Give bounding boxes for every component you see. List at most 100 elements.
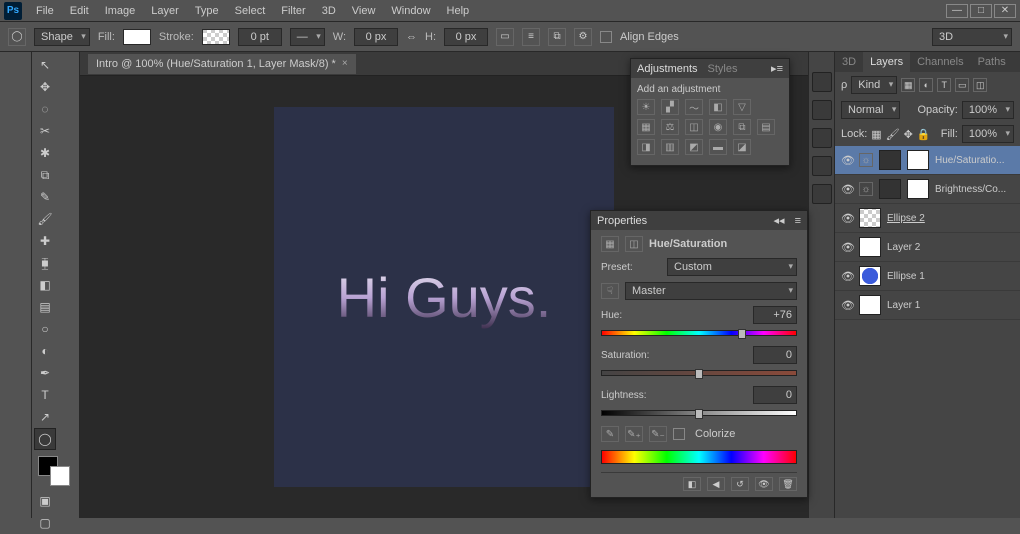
layer-row[interactable]: 👁☼Brightness/Co...: [835, 175, 1020, 204]
menu-type[interactable]: Type: [187, 2, 227, 20]
pen-tool[interactable]: ✒: [34, 362, 56, 384]
layer-row[interactable]: 👁Ellipse 2: [835, 204, 1020, 233]
filter-smart-icon[interactable]: ◫: [973, 78, 987, 92]
adj-curves-icon[interactable]: ～: [685, 99, 703, 115]
dock-icon-5[interactable]: [812, 184, 832, 204]
properties-tab[interactable]: Properties: [597, 215, 647, 227]
adj-hue-icon[interactable]: ▦: [637, 119, 655, 135]
hue-value[interactable]: +76: [753, 306, 797, 324]
tab-channels[interactable]: Channels: [910, 52, 970, 72]
prev-state-icon[interactable]: ◀: [707, 477, 725, 491]
adj-balance-icon[interactable]: ⚖: [661, 119, 679, 135]
menu-window[interactable]: Window: [383, 2, 438, 20]
layer-row[interactable]: 👁☼Hue/Saturatio...: [835, 146, 1020, 175]
document-tab[interactable]: Intro @ 100% (Hue/Saturation 1, Layer Ma…: [88, 54, 356, 74]
adj-brightness-icon[interactable]: ☀: [637, 99, 655, 115]
blend-mode-dropdown[interactable]: Normal: [841, 101, 900, 119]
filter-shape-icon[interactable]: ▭: [955, 78, 969, 92]
arrange-icon[interactable]: ⧉: [548, 28, 566, 46]
filter-kind-icon[interactable]: ρ: [841, 79, 847, 91]
dodge-tool[interactable]: ◐: [34, 340, 56, 362]
filter-kind-dropdown[interactable]: Kind: [851, 76, 897, 94]
tab-paths[interactable]: Paths: [971, 52, 1013, 72]
trash-icon[interactable]: 🗑: [779, 477, 797, 491]
lightness-slider[interactable]: [601, 410, 797, 418]
lightness-value[interactable]: 0: [753, 386, 797, 404]
artboard-tool[interactable]: ✥: [34, 76, 56, 98]
eyedropper-icon[interactable]: ✎: [601, 426, 619, 442]
panel-menu-icon[interactable]: ▸≡: [771, 62, 783, 75]
filter-pixel-icon[interactable]: ▦: [901, 78, 915, 92]
adj-photo-icon[interactable]: ◉: [709, 119, 727, 135]
quickmask-tool[interactable]: ▣: [34, 490, 56, 512]
menu-layer[interactable]: Layer: [143, 2, 187, 20]
channel-dropdown[interactable]: Master: [625, 282, 797, 300]
path-ops-icon[interactable]: ▭: [496, 28, 514, 46]
eye-icon[interactable]: 👁: [841, 299, 853, 312]
eraser-tool[interactable]: ◧: [34, 274, 56, 296]
lock-trans-icon[interactable]: ▦: [871, 128, 881, 141]
path-tool[interactable]: ↗: [34, 406, 56, 428]
menu-3d[interactable]: 3D: [314, 2, 344, 20]
eye-icon[interactable]: 👁: [841, 241, 853, 254]
colorize-checkbox[interactable]: [673, 428, 685, 440]
panel-menu-icon[interactable]: ≡: [795, 215, 801, 227]
color-swatches[interactable]: [34, 454, 77, 490]
adj-selective-icon[interactable]: ◪: [733, 139, 751, 155]
tab-3d[interactable]: 3D: [835, 52, 863, 72]
minimize-button[interactable]: —: [946, 4, 968, 18]
styles-tab[interactable]: Styles: [708, 63, 738, 75]
tool-preset-icon[interactable]: ◯: [8, 28, 26, 46]
dock-icon-2[interactable]: [812, 100, 832, 120]
eye-icon[interactable]: 👁: [841, 270, 853, 283]
tab-layers[interactable]: Layers: [863, 52, 910, 72]
eye-icon[interactable]: 👁: [841, 183, 853, 196]
type-tool[interactable]: T: [34, 384, 56, 406]
layer-row[interactable]: 👁Ellipse 1: [835, 262, 1020, 291]
fill-swatch[interactable]: [123, 29, 151, 45]
brush-tool[interactable]: 🖌: [34, 208, 56, 230]
adj-threshold-icon[interactable]: ◩: [685, 139, 703, 155]
stroke-width-input[interactable]: 0 pt: [238, 28, 282, 46]
maximize-button[interactable]: □: [970, 4, 992, 18]
panel-collapse-icon[interactable]: ◂◂: [774, 214, 785, 227]
stamp-tool[interactable]: ⧯: [34, 252, 56, 274]
gradient-tool[interactable]: ▤: [34, 296, 56, 318]
hue-slider[interactable]: [601, 330, 797, 338]
ellipse-tool[interactable]: ◯: [34, 428, 56, 450]
finger-icon[interactable]: ☟: [601, 283, 619, 299]
dock-icon-1[interactable]: [812, 72, 832, 92]
eye-icon[interactable]: 👁: [841, 154, 853, 167]
menu-view[interactable]: View: [344, 2, 384, 20]
stroke-swatch[interactable]: [202, 29, 230, 45]
saturation-value[interactable]: 0: [753, 346, 797, 364]
adj-mixer-icon[interactable]: ⧉: [733, 119, 751, 135]
saturation-slider[interactable]: [601, 370, 797, 378]
lock-pixel-icon[interactable]: 🖌: [886, 128, 900, 141]
eyedropper-plus-icon[interactable]: ✎₊: [625, 426, 643, 442]
adj-gradmap-icon[interactable]: ▬: [709, 139, 727, 155]
adj-poster-icon[interactable]: ▥: [661, 139, 679, 155]
menu-edit[interactable]: Edit: [62, 2, 97, 20]
preset-dropdown[interactable]: Custom: [667, 258, 797, 276]
screenmode-tool[interactable]: ▢: [34, 512, 56, 534]
menu-help[interactable]: Help: [439, 2, 478, 20]
dock-icon-3[interactable]: [812, 128, 832, 148]
stroke-style-dropdown[interactable]: —: [290, 28, 325, 46]
eyedropper-minus-icon[interactable]: ✎₋: [649, 426, 667, 442]
opacity-input[interactable]: 100%: [962, 101, 1014, 119]
eye-icon[interactable]: 👁: [841, 212, 853, 225]
align-icon[interactable]: ≡: [522, 28, 540, 46]
filter-type-icon[interactable]: T: [937, 78, 951, 92]
lock-all-icon[interactable]: 🔒: [917, 128, 931, 141]
menu-file[interactable]: File: [28, 2, 62, 20]
adj-invert-icon[interactable]: ◨: [637, 139, 655, 155]
lasso-tool[interactable]: ✂: [34, 120, 56, 142]
marquee-tool[interactable]: ◌: [34, 98, 56, 120]
fill-opacity-input[interactable]: 100%: [962, 125, 1014, 143]
layer-row[interactable]: 👁Layer 1: [835, 291, 1020, 320]
lock-pos-icon[interactable]: ✥: [904, 128, 913, 141]
shape-mode-dropdown[interactable]: Shape: [34, 28, 90, 46]
reset-icon[interactable]: ↺: [731, 477, 749, 491]
visibility-icon[interactable]: 👁: [755, 477, 773, 491]
